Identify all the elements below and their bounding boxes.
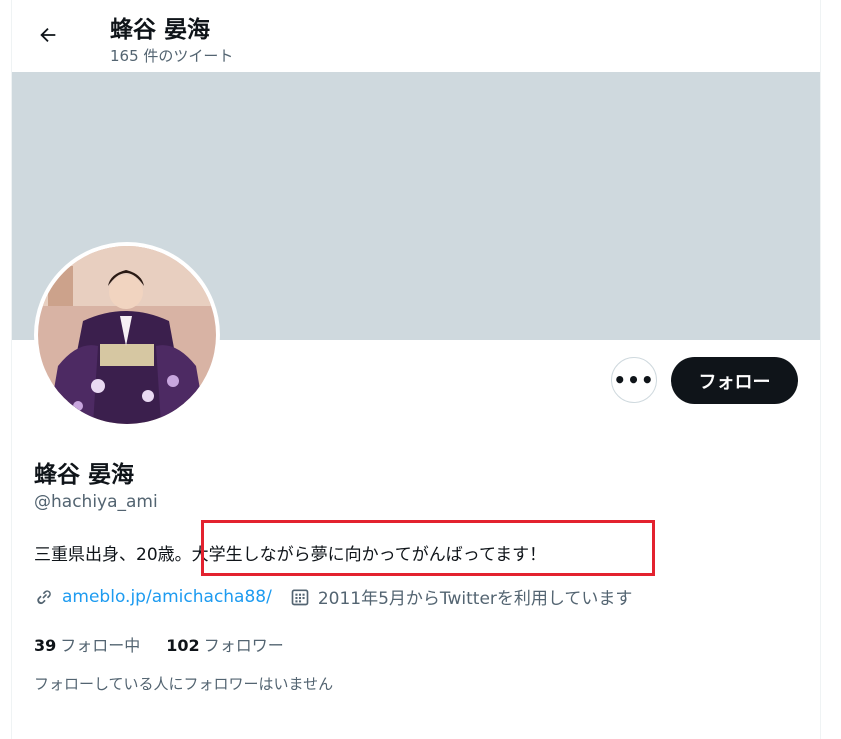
joined-text: 2011年5月からTwitterを利用しています xyxy=(317,589,633,609)
profile-column: 蜂谷 晏海 165 件のツイート ••• フォロー 蜂谷 晏海 @hachiya… xyxy=(11,0,821,739)
followers-count: 102 xyxy=(166,636,200,655)
arrow-left-icon xyxy=(40,27,56,43)
following-count: 39 xyxy=(34,636,57,655)
profile-meta: ameblo.jp/amichacha88/ 2011年5月からTwitterを… xyxy=(34,584,632,609)
avatar-photo xyxy=(38,246,216,424)
calendar-icon xyxy=(291,589,309,605)
bio-prefix: 三重県出身、20歳。 xyxy=(34,545,192,565)
no-common-followers-text: フォローしている人にフォロワーはいません xyxy=(34,675,334,693)
follow-stats: 39 フォロー中 102 フォロワー xyxy=(34,632,310,656)
profile-url-link[interactable]: ameblo.jp/amichacha88/ xyxy=(62,587,272,607)
highlight-annotation-box xyxy=(201,520,655,576)
link-icon xyxy=(37,589,51,604)
more-icon: ••• xyxy=(613,368,655,392)
tweet-count: 165 件のツイート xyxy=(110,47,234,65)
following-link[interactable]: 39 フォロー中 xyxy=(34,632,140,656)
display-name: 蜂谷 晏海 xyxy=(34,462,135,488)
more-options-button[interactable]: ••• xyxy=(611,357,657,403)
followers-label: フォロワー xyxy=(203,636,284,655)
joined-date: 2011年5月からTwitterを利用しています xyxy=(290,584,633,609)
profile-header-bar: 蜂谷 晏海 165 件のツイート xyxy=(12,0,820,72)
header-name: 蜂谷 晏海 xyxy=(110,17,211,43)
following-label: フォロー中 xyxy=(60,636,141,655)
back-button[interactable] xyxy=(30,17,66,53)
avatar[interactable] xyxy=(34,242,220,428)
follow-button[interactable]: フォロー xyxy=(671,357,798,404)
handle: @hachiya_ami xyxy=(34,492,158,512)
followers-link[interactable]: 102 フォロワー xyxy=(166,632,283,656)
